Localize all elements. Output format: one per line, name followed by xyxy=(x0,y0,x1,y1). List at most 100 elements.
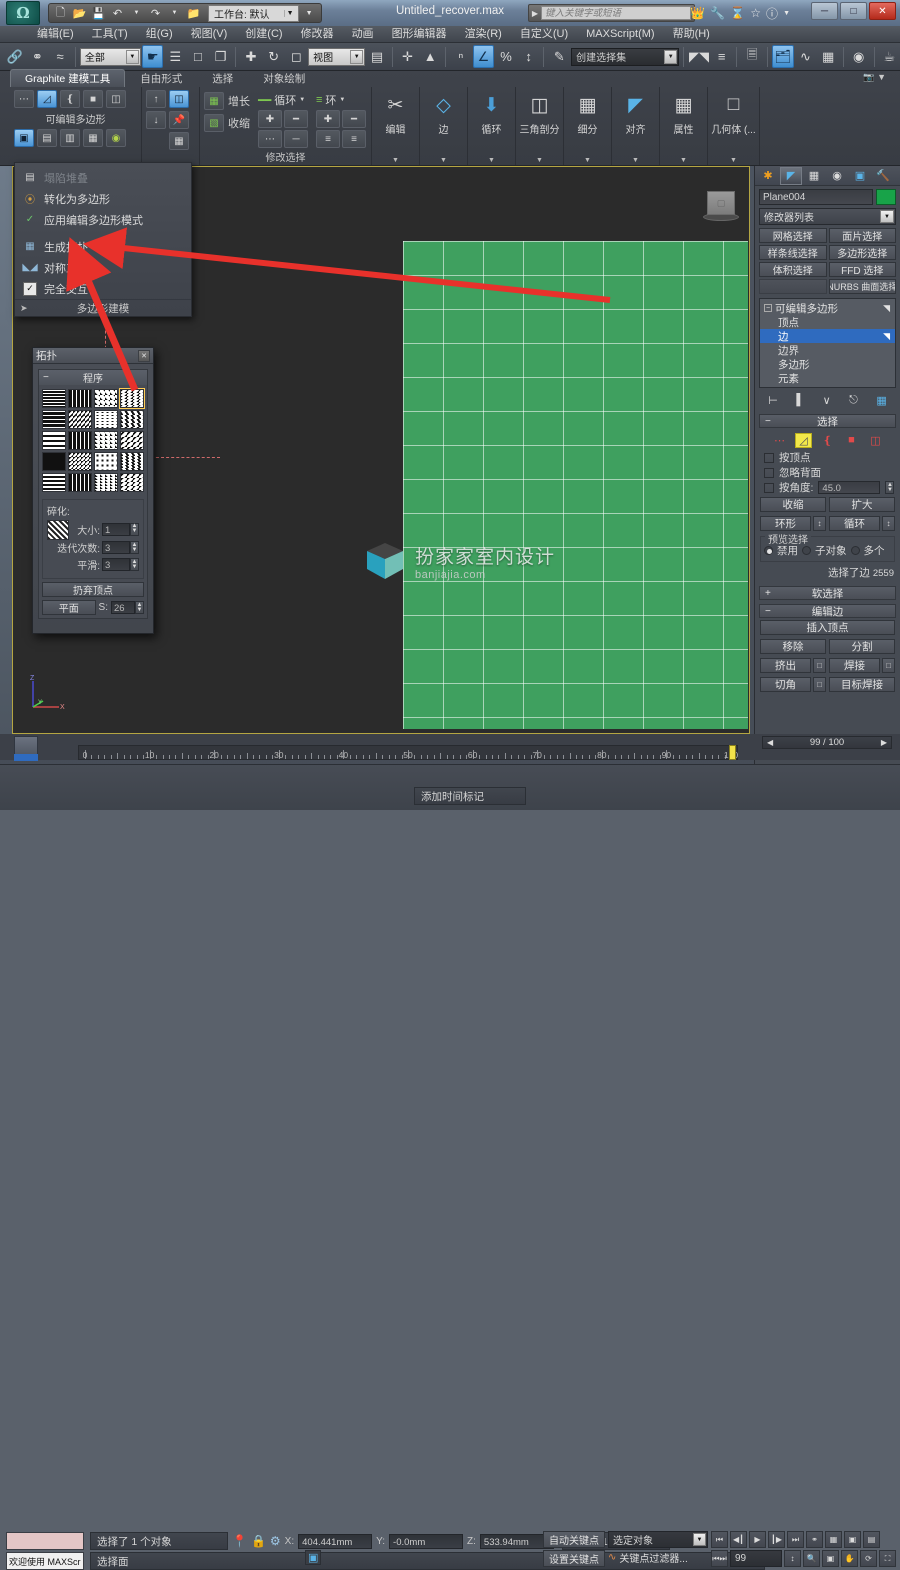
border-icon[interactable]: ❴ xyxy=(819,433,836,448)
close-icon[interactable]: ✕ xyxy=(138,349,150,362)
frame-spinner-icon[interactable]: ↕ xyxy=(784,1550,801,1567)
material-editor-icon[interactable]: ◉ xyxy=(848,45,870,68)
modifier-button-nurbs-select[interactable]: NURBS 曲面选择 xyxy=(828,279,896,294)
ribbon-button-triangulate[interactable]: ◫ 三角剖分 ▼ xyxy=(516,87,564,165)
key-filters-label[interactable]: 关键点过滤器... xyxy=(619,1550,687,1565)
s-spinner[interactable]: 26 ▲ ▼ xyxy=(111,601,144,614)
binoculars-icon[interactable]: 👑 xyxy=(690,6,705,20)
topology-dialog[interactable]: 拓扑 ✕ − 程序 碎化: 大小: 1 ▲ ▼ 迭代次数: 3 ▲ ▼ 平滑: … xyxy=(32,347,154,634)
modifier-stack[interactable]: − 可编辑多边形 ◥ 顶点 边 ◥ 边界 多边形 元素 xyxy=(759,298,896,388)
topology-pattern-3[interactable] xyxy=(119,388,145,409)
ribbon-button-subdivide[interactable]: ▦ 细分 ▼ xyxy=(564,87,612,165)
current-frame-field[interactable]: 99 xyxy=(730,1550,782,1567)
topology-pattern-2[interactable] xyxy=(94,389,118,408)
element-icon[interactable]: ◫ xyxy=(867,433,884,448)
camera-icon[interactable]: 📷 ▼ xyxy=(863,72,886,83)
topology-pattern-12[interactable] xyxy=(42,452,66,471)
size-spinner[interactable]: 1 ▲ ▼ xyxy=(102,522,139,536)
chevron-down-icon[interactable]: ▼ xyxy=(392,157,399,164)
plane-grid-object[interactable] xyxy=(403,241,748,729)
mirror-icon[interactable]: ◤◥ xyxy=(688,45,710,68)
pin-icon[interactable]: 📍 xyxy=(232,1534,247,1548)
transform-gizmo-icon[interactable]: ⚙ xyxy=(270,1534,281,1548)
undo-dropdown-icon[interactable]: ▼ xyxy=(128,5,145,22)
expand-icon[interactable]: − xyxy=(764,304,772,312)
topology-pattern-5[interactable] xyxy=(68,410,92,429)
angle-snap-icon[interactable]: ∠ xyxy=(472,45,495,68)
chevron-down-icon[interactable]: ▼ xyxy=(440,157,447,164)
shrink-icon[interactable]: ▧ xyxy=(204,114,224,132)
ribbon-button-edge[interactable]: ◇ 边 ▼ xyxy=(420,87,468,165)
procedural-rollup-header[interactable]: − 程序 xyxy=(39,370,147,385)
zoom-extents-sel-icon[interactable]: ▣ xyxy=(844,1531,861,1548)
toggle-scene-explorer-icon[interactable]: 🗂 xyxy=(772,45,794,68)
topology-pattern-19[interactable] xyxy=(120,473,144,492)
iterations-spinner[interactable]: 3 ▲ ▼ xyxy=(102,541,139,554)
ribbon-button-align[interactable]: ◤ 对齐 ▼ xyxy=(612,87,660,165)
chevron-down-icon[interactable]: ▼ xyxy=(339,97,345,103)
ring-mode-icon[interactable]: ≡ xyxy=(342,130,366,148)
named-selection-set-combo[interactable]: 创建选择集 ▼ xyxy=(571,47,680,66)
pin-icon[interactable]: ➤ xyxy=(20,303,28,314)
stack-item-polygon[interactable]: 多边形 xyxy=(760,357,895,371)
modifier-button-patch-select[interactable]: 面片选择 xyxy=(828,228,896,243)
vertex-icon[interactable]: ⋯ xyxy=(771,433,788,448)
zoom-extents-all-icon[interactable]: ▤ xyxy=(863,1531,880,1548)
star-icon[interactable]: ☆ xyxy=(750,6,761,20)
menu-item-symmetry-tools[interactable]: ◣◢ 对称工具 xyxy=(15,257,191,278)
bind-space-warp-icon[interactable]: ≈ xyxy=(49,45,71,68)
lock-icon[interactable]: 🔒 xyxy=(251,1534,266,1548)
topology-pattern-16[interactable] xyxy=(42,473,66,492)
object-name-field[interactable]: Plane004 xyxy=(759,189,873,205)
utilities-tab-icon[interactable]: 🔨 xyxy=(872,167,894,185)
new-file-icon[interactable]: 🗋 xyxy=(52,5,69,22)
prev-frame-icon[interactable]: ◀┃ xyxy=(730,1531,747,1548)
checkbox-checked-icon[interactable]: ✓ xyxy=(23,281,37,296)
snap-toggle-3-icon[interactable]: ⁿ xyxy=(450,45,472,68)
chevron-down-icon[interactable]: ▼ xyxy=(350,49,364,64)
zoom-icon[interactable]: 🔍 xyxy=(803,1550,820,1567)
menu-item-convert-to-poly[interactable]: ⦿ 转化为多边形 xyxy=(15,188,191,209)
hierarchy-tab-icon[interactable]: ▦ xyxy=(803,167,825,185)
auto-key-button[interactable]: 自动关键点 xyxy=(543,1531,605,1548)
minus-icon[interactable]: − xyxy=(765,606,771,617)
pin-stack-icon[interactable]: ⊢ xyxy=(768,394,778,407)
next-frame-icon[interactable]: ▶ xyxy=(881,738,887,747)
ignore-backfacing-checkbox-row[interactable]: 忽略背面 xyxy=(755,465,900,480)
chevron-down-icon[interactable]: ▼ xyxy=(632,157,639,164)
grow-button[interactable]: 扩大 xyxy=(829,497,895,512)
checkbox-icon[interactable] xyxy=(764,467,774,478)
show-end-result-icon[interactable]: ▌ xyxy=(796,394,804,406)
minus-icon[interactable]: − xyxy=(765,416,771,427)
topology-pattern-8[interactable] xyxy=(42,431,66,450)
menu-item-rendering[interactable]: 渲染(R) xyxy=(456,26,511,43)
edit-edges-rollup-header[interactable]: − 编辑边 xyxy=(759,604,896,618)
add-time-tag-field[interactable]: 添加时间标记 xyxy=(414,787,526,805)
menu-item-maxscript[interactable]: MAXScript(M) xyxy=(577,26,663,43)
checkbox-icon[interactable] xyxy=(764,482,774,493)
ribbon-button-geometry[interactable]: □ 几何体 (... ▼ xyxy=(708,87,760,165)
defaults-mode-icon[interactable]: ▥ xyxy=(60,129,80,147)
menu-item-edit[interactable]: 编辑(E) xyxy=(28,26,83,43)
wrench-icon[interactable]: 🔧 xyxy=(710,6,725,20)
minimize-button[interactable]: ─ xyxy=(811,2,838,20)
soft-selection-rollup-header[interactable]: + 软选择 xyxy=(759,586,896,600)
ref-coord-system-combo[interactable]: 视图 ▼ xyxy=(308,47,366,66)
menu-item-fully-interactive[interactable]: ✓ 完全交互 xyxy=(15,278,191,299)
stack-item-element[interactable]: 元素 xyxy=(760,371,895,385)
hourglass-icon[interactable]: ⌛ xyxy=(730,6,745,20)
smooth-value[interactable]: 3 xyxy=(102,558,130,571)
topology-pattern-9[interactable] xyxy=(68,431,92,450)
spinner-arrows-icon[interactable]: ▲ ▼ xyxy=(885,481,895,494)
light-bulb-icon[interactable]: ◥ xyxy=(883,331,890,342)
chamfer-button[interactable]: 切角 xyxy=(760,677,811,692)
ribbon-button-edit[interactable]: ✂ 编辑 ▼ xyxy=(372,87,420,165)
next-frame-icon[interactable]: ┃▶ xyxy=(768,1531,785,1548)
time-config-icon[interactable]: ▦ xyxy=(825,1531,842,1548)
selection-rollup-header[interactable]: − 选择 xyxy=(759,414,896,428)
ribbon-tab-selection[interactable]: 选择 xyxy=(197,69,248,87)
make-unique-icon[interactable]: ∨ xyxy=(823,394,831,407)
stack-item-vertex[interactable]: 顶点 xyxy=(760,315,895,329)
loop-grow-icon[interactable]: ✚ xyxy=(258,110,282,128)
select-and-manipulate-icon[interactable]: ✛ xyxy=(397,45,419,68)
